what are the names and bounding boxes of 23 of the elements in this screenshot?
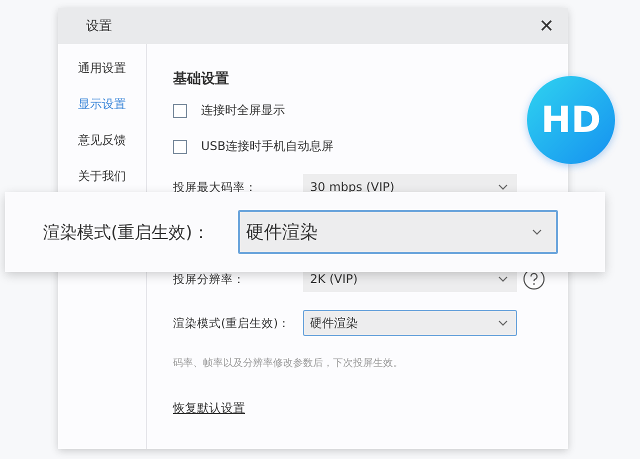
chevron-down-icon [498,184,508,190]
sidebar-item[interactable]: 关于我们 [78,168,126,185]
sidebar-item[interactable]: 通用设置 [78,60,126,77]
hint-text: 码率、帧率以及分辨率修改参数后，下次投屏生效。 [173,356,404,370]
field-label: 渲染模式(重启生效)： [173,316,291,330]
field-label: 投屏分辨率： [173,272,246,286]
checkbox-label[interactable]: 连接时全屏显示 [201,102,285,119]
chevron-down-icon [498,276,508,282]
sidebar-item[interactable]: 显示设置 [78,96,126,113]
checkbox[interactable] [173,104,187,118]
field-label: 渲染模式(重启生效)： [43,222,210,244]
sidebar-item[interactable]: 意见反馈 [78,132,126,149]
checkbox-label[interactable]: USB连接时手机自动息屏 [201,138,334,155]
section-heading: 基础设置 [173,70,230,88]
checkbox[interactable] [173,140,187,154]
dropdown[interactable]: 硬件渲染 [303,310,517,336]
close-button[interactable]: ✕ [539,15,554,37]
chevron-down-icon [498,320,508,326]
field-label: 投屏最大码率： [173,180,258,194]
reset-link[interactable]: 恢复默认设置 [173,400,245,417]
window-title: 设置 [86,18,112,35]
dropdown[interactable]: 硬件渲染 [238,210,558,254]
chevron-down-icon [532,229,542,235]
